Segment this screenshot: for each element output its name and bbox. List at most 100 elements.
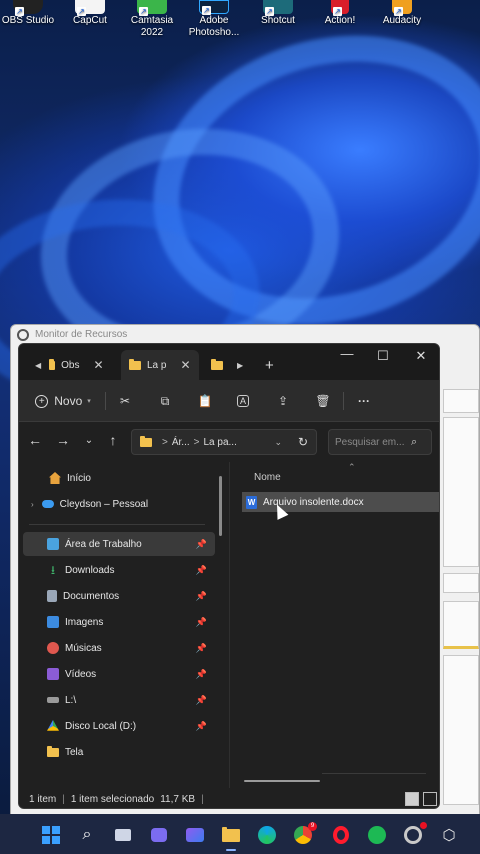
davinci-button[interactable] <box>402 822 427 846</box>
desktop-icon-audacity[interactable]: ↗ Audacity <box>370 0 434 27</box>
picture-icon <box>47 616 59 628</box>
nav-item-pictures[interactable]: Imagens 📌 <box>23 610 215 634</box>
desktop-icon-capcut[interactable]: ↗ CapCut <box>58 0 122 27</box>
share-button[interactable]: ⇪ <box>273 390 293 412</box>
details-view-button[interactable] <box>405 792 419 806</box>
tab-la-p[interactable]: La p ✕ <box>121 350 199 380</box>
spotify-button[interactable] <box>366 824 388 846</box>
notification-badge: 9 <box>308 822 317 831</box>
home-icon <box>49 472 61 484</box>
new-tab-button[interactable]: + <box>265 350 281 380</box>
nav-item-documents[interactable]: Documentos 📌 <box>23 584 215 608</box>
horizontal-scrollbar[interactable] <box>244 780 320 782</box>
tab-folder[interactable]: ▶ <box>209 350 253 380</box>
column-header-label: Nome <box>254 472 281 483</box>
search-input[interactable] <box>335 436 407 448</box>
nav-scrollbar[interactable] <box>219 476 222 536</box>
folder-icon <box>47 745 59 757</box>
photoshop-icon: ↗ <box>199 0 229 15</box>
more-options-button[interactable]: ··· <box>353 390 375 412</box>
status-divider: | <box>62 793 65 805</box>
task-view-button[interactable] <box>112 824 134 846</box>
column-header-name[interactable]: Nome <box>254 472 281 483</box>
widgets-button[interactable] <box>184 824 206 846</box>
search-button[interactable]: ⌕ <box>76 824 98 846</box>
paste-button[interactable]: 📋 <box>195 390 215 412</box>
google-drive-icon <box>47 720 59 731</box>
opera-button[interactable] <box>330 824 352 846</box>
folder-icon <box>140 435 152 447</box>
nav-item-videos[interactable]: Vídeos 📌 <box>23 662 215 686</box>
maximize-button[interactable]: ☐ <box>370 348 396 364</box>
up-button[interactable]: ↑ <box>103 432 123 448</box>
opera-icon <box>333 826 349 844</box>
resource-monitor-icon <box>17 329 29 341</box>
file-explorer-taskbar-button[interactable] <box>220 824 242 851</box>
tab-close-icon[interactable]: ✕ <box>94 358 104 372</box>
audacity-icon: ↗ <box>392 0 412 16</box>
chevron-right-icon[interactable]: › <box>31 500 34 509</box>
desktop-icon <box>47 538 59 550</box>
chat-button[interactable] <box>148 824 170 846</box>
desktop-icon-action[interactable]: ↗ Action! <box>308 0 372 27</box>
resource-monitor-panel <box>443 573 479 593</box>
nav-item-label: Músicas <box>65 642 102 654</box>
desktop-icon-photoshop[interactable]: ↗ Adobe Photosho... <box>182 0 246 39</box>
nav-item-tela[interactable]: Tela <box>23 740 215 764</box>
chrome-button[interactable]: 9 <box>292 822 317 846</box>
forward-button[interactable]: → <box>53 432 73 448</box>
desktop-icon-obs[interactable]: ↗ OBS Studio <box>0 0 60 27</box>
breadcrumb-segment[interactable]: Ár... <box>172 437 190 448</box>
folder-icon <box>211 358 223 370</box>
desktop-icon-camtasia[interactable]: ↗ Camtasia 2022 <box>120 0 184 39</box>
minimize-button[interactable]: — <box>334 346 360 361</box>
rename-button[interactable]: A <box>233 390 253 412</box>
spotify-icon <box>368 826 386 844</box>
file-explorer-window[interactable]: ◀ Obs ✕ La p ✕ ▶ + — ☐ ✕ + Novo ▾ ✂ ⧉ 📋 <box>18 343 440 809</box>
toolbar-separator <box>343 392 344 410</box>
nav-item-drive-d[interactable]: Disco Local (D:) 📌 <box>23 714 215 738</box>
tab-bar: ◀ Obs ✕ La p ✕ ▶ + — ☐ ✕ <box>19 344 439 380</box>
nav-item-desktop[interactable]: Área de Trabalho 📌 <box>23 532 215 556</box>
camtasia-icon: ↗ <box>137 0 167 16</box>
search-icon[interactable]: ⌕ <box>411 436 417 449</box>
status-item-count: 1 item <box>29 793 57 805</box>
edge-button[interactable] <box>256 824 278 846</box>
box-app-button[interactable]: ⬡ <box>438 824 460 846</box>
new-button[interactable]: + Novo ▾ <box>33 390 93 412</box>
status-selected-count: 1 item selecionado <box>70 793 155 805</box>
task-view-icon <box>115 829 131 841</box>
back-button[interactable]: ← <box>25 432 45 448</box>
nav-item-home[interactable]: Início <box>23 466 215 490</box>
action-icon: ↗ <box>331 0 349 16</box>
search-box[interactable]: ⌕ <box>328 429 432 455</box>
tab-scroll-left-icon[interactable]: ◀ <box>35 361 41 370</box>
tiles-view-button[interactable] <box>423 792 437 806</box>
cut-button[interactable]: ✂ <box>115 390 135 412</box>
shotcut-icon: ↗ <box>263 0 293 16</box>
close-button[interactable]: ✕ <box>408 348 434 364</box>
breadcrumb-segment[interactable]: La pa... <box>203 437 236 448</box>
refresh-icon[interactable]: ↻ <box>298 435 308 449</box>
copy-button[interactable]: ⧉ <box>155 390 175 412</box>
status-divider: | <box>201 793 204 805</box>
address-input[interactable]: > Ár... > La pa... ⌄ ↻ <box>131 429 317 455</box>
recent-locations-button[interactable]: ⌄ <box>79 435 99 446</box>
nav-item-downloads[interactable]: ⭳ Downloads 📌 <box>23 558 215 582</box>
tab-obs[interactable]: ◀ Obs ✕ <box>29 350 121 380</box>
nav-item-drive-l[interactable]: L:\ 📌 <box>23 688 215 712</box>
nav-item-music[interactable]: Músicas 📌 <box>23 636 215 660</box>
delete-button[interactable]: 🗑 <box>313 390 333 412</box>
address-bar-row: ← → ⌄ ↑ > Ár... > La pa... ⌄ ↻ ⌕ <box>19 422 439 462</box>
pin-icon: 📌 <box>195 538 207 549</box>
search-icon: ⌕ <box>82 826 92 843</box>
arrow-up-icon: ↑ <box>109 432 117 448</box>
start-button[interactable] <box>40 824 62 846</box>
nav-item-onedrive[interactable]: › Cleydson – Pessoal <box>23 492 215 516</box>
chevron-down-icon[interactable]: ⌄ <box>274 437 282 448</box>
tab-scroll-right-icon[interactable]: ▶ <box>237 361 243 370</box>
plus-circle-icon: + <box>35 394 49 408</box>
desktop-icon-shotcut[interactable]: ↗ Shotcut <box>246 0 310 27</box>
tab-close-icon[interactable]: ✕ <box>180 358 190 372</box>
download-icon: ⭳ <box>50 563 56 577</box>
